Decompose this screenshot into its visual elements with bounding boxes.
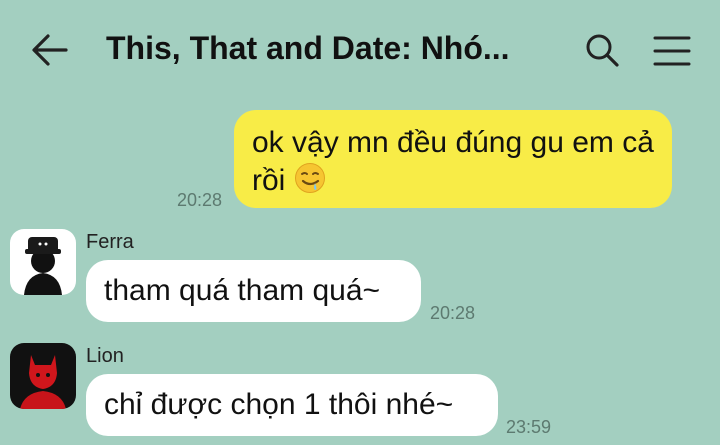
chat-header: This, That and Date: Nhó... <box>0 0 720 100</box>
message-time: 20:28 <box>430 303 476 323</box>
message-text-line: rồi <box>252 164 286 197</box>
search-button[interactable] <box>584 32 620 68</box>
lion-avatar[interactable] <box>10 343 76 409</box>
incoming-message-bubble[interactable]: chỉ được chọn 1 thôi nhé~ <box>86 374 498 436</box>
outgoing-message-bubble[interactable]: ok vậy mn đều đúng gu em cả rồi <box>234 110 672 208</box>
message-time: 23:59 <box>506 417 552 437</box>
message-text: tham quá tham quá~ <box>104 274 381 307</box>
menu-button[interactable] <box>652 34 692 68</box>
hamburger-menu-icon <box>653 36 691 66</box>
incoming-message-bubble[interactable]: tham quá tham quá~ <box>86 260 421 322</box>
message-text-line: ok vậy mn đều đúng gu em cả <box>252 126 654 159</box>
back-button[interactable] <box>30 32 70 68</box>
ferra-avatar[interactable] <box>10 229 76 295</box>
message-time: 20:28 <box>177 190 223 210</box>
arrow-left-icon <box>32 34 68 66</box>
chat-title: This, That and Date: Nhó... <box>106 30 510 66</box>
sender-name: Ferra <box>86 231 134 253</box>
sender-name: Lion <box>86 345 124 367</box>
drooling-face-emoji-icon <box>294 163 325 193</box>
search-icon <box>586 34 619 67</box>
message-text: chỉ được chọn 1 thôi nhé~ <box>104 388 454 421</box>
